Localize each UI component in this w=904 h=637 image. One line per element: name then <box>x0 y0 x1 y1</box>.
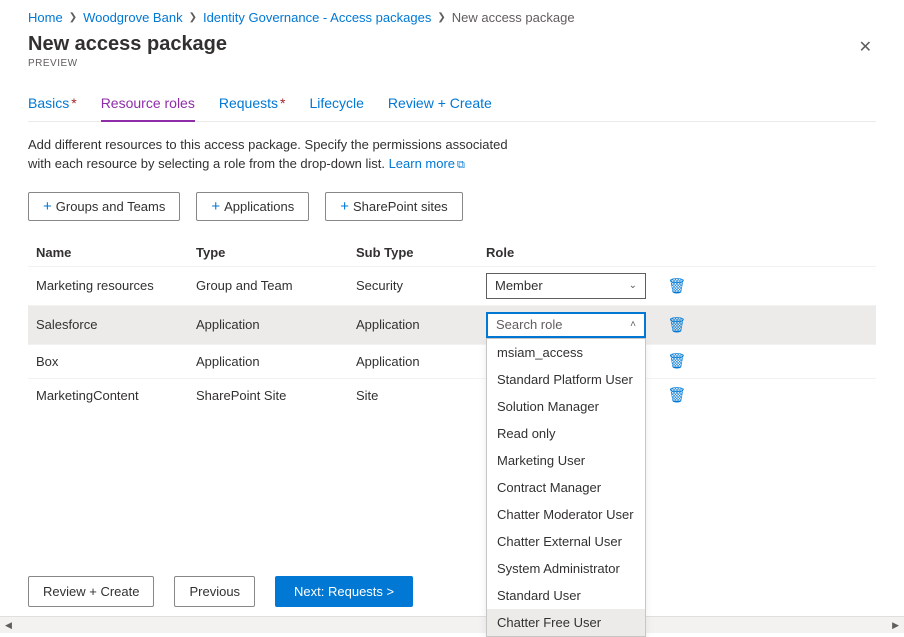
description-text: Add different resources to this access p… <box>0 122 540 174</box>
plus-icon: + <box>340 199 349 214</box>
wizard-footer: Review + Create Previous Next: Requests … <box>28 576 413 607</box>
cell-name: MarketingContent <box>36 388 196 403</box>
external-link-icon: ⧉ <box>457 159 465 171</box>
page-title: New access package <box>28 33 227 56</box>
cell-subtype: Site <box>356 388 486 403</box>
role-dropdown[interactable]: Search role ˄ <box>486 312 646 338</box>
plus-icon: + <box>211 199 220 214</box>
col-type: Type <box>196 245 356 260</box>
role-value: Member <box>495 278 543 293</box>
delete-icon[interactable]: 🗑 <box>666 277 688 295</box>
tab-lifecycle[interactable]: Lifecycle <box>309 95 363 121</box>
table-row: Marketing resources Group and Team Secur… <box>28 266 876 305</box>
role-placeholder: Search role <box>496 317 562 332</box>
button-label: Groups and Teams <box>56 199 166 214</box>
breadcrumb-link[interactable]: Identity Governance - Access packages <box>203 10 431 25</box>
cell-subtype: Application <box>356 317 486 332</box>
chevron-up-icon: ˄ <box>630 319 636 330</box>
tab-resource-roles[interactable]: Resource roles <box>101 95 195 121</box>
resources-table: Name Type Sub Type Role Marketing resour… <box>28 239 876 412</box>
required-indicator: * <box>71 95 76 111</box>
breadcrumb: Home ❯ Woodgrove Bank ❯ Identity Governa… <box>0 0 904 31</box>
cell-type: Application <box>196 317 356 332</box>
role-dropdown-panel[interactable]: msiam_accessStandard Platform UserSoluti… <box>486 338 646 637</box>
horizontal-scrollbar[interactable]: ◀ ▶ <box>0 616 904 633</box>
add-applications-button[interactable]: + Applications <box>196 192 309 221</box>
breadcrumb-current: New access package <box>452 10 575 25</box>
cell-type: Group and Team <box>196 278 356 293</box>
cell-subtype: Security <box>356 278 486 293</box>
delete-icon[interactable]: 🗑 <box>666 316 688 334</box>
next-button[interactable]: Next: Requests > <box>275 576 413 607</box>
role-option[interactable]: Standard Platform User <box>487 366 645 393</box>
cell-type: Application <box>196 354 356 369</box>
add-sharepoint-button[interactable]: + SharePoint sites <box>325 192 462 221</box>
scroll-right-icon[interactable]: ▶ <box>889 620 902 631</box>
chevron-down-icon: ⌄ <box>629 280 637 291</box>
tab-label: Requests <box>219 95 278 111</box>
link-text: Learn more <box>389 156 455 171</box>
role-option[interactable]: Chatter Free User <box>487 609 645 636</box>
chevron-right-icon: ❯ <box>69 12 77 23</box>
tab-requests[interactable]: Requests* <box>219 95 286 121</box>
review-create-button[interactable]: Review + Create <box>28 576 154 607</box>
role-option[interactable]: Standard User <box>487 582 645 609</box>
role-option[interactable]: Marketing User <box>487 447 645 474</box>
role-option[interactable]: Contract Manager <box>487 474 645 501</box>
breadcrumb-link[interactable]: Home <box>28 10 63 25</box>
tab-label: Resource roles <box>101 95 195 111</box>
button-label: SharePoint sites <box>353 199 448 214</box>
chevron-right-icon: ❯ <box>189 12 197 23</box>
role-dropdown[interactable]: Member ⌄ <box>486 273 646 299</box>
chevron-right-icon: ❯ <box>437 12 445 23</box>
cell-type: SharePoint Site <box>196 388 356 403</box>
learn-more-link[interactable]: Learn more⧉ <box>389 156 465 171</box>
col-subtype: Sub Type <box>356 245 486 260</box>
breadcrumb-link[interactable]: Woodgrove Bank <box>83 10 183 25</box>
role-option[interactable]: System Administrator <box>487 555 645 582</box>
role-option[interactable]: Read only <box>487 420 645 447</box>
add-groups-button[interactable]: + Groups and Teams <box>28 192 180 221</box>
delete-icon[interactable]: 🗑 <box>666 386 688 404</box>
preview-badge: PREVIEW <box>28 58 227 69</box>
plus-icon: + <box>43 199 52 214</box>
tab-label: Basics <box>28 95 69 111</box>
tab-label: Review + Create <box>388 95 492 111</box>
tabs: Basics* Resource roles Requests* Lifecyc… <box>28 95 876 122</box>
add-resource-buttons: + Groups and Teams + Applications + Shar… <box>0 174 904 221</box>
cell-name: Salesforce <box>36 317 196 332</box>
required-indicator: * <box>280 95 285 111</box>
col-role: Role <box>486 245 666 260</box>
cell-name: Box <box>36 354 196 369</box>
close-icon[interactable]: ✕ <box>855 33 876 61</box>
cell-name: Marketing resources <box>36 278 196 293</box>
table-header: Name Type Sub Type Role <box>28 239 876 266</box>
button-label: Applications <box>224 199 294 214</box>
page-header: New access package PREVIEW ✕ <box>0 31 904 69</box>
col-name: Name <box>36 245 196 260</box>
role-option[interactable]: Chatter Moderator User <box>487 501 645 528</box>
cell-subtype: Application <box>356 354 486 369</box>
role-option[interactable]: msiam_access <box>487 339 645 366</box>
tab-basics[interactable]: Basics* <box>28 95 77 121</box>
previous-button[interactable]: Previous <box>174 576 255 607</box>
table-row: MarketingContent SharePoint Site Site 🗑 <box>28 378 876 412</box>
table-row: Salesforce Application Application Searc… <box>28 305 876 344</box>
tab-label: Lifecycle <box>309 95 363 111</box>
table-row: Box Application Application 🗑 <box>28 344 876 378</box>
tab-review-create[interactable]: Review + Create <box>388 95 492 121</box>
role-option[interactable]: Solution Manager <box>487 393 645 420</box>
delete-icon[interactable]: 🗑 <box>666 352 688 370</box>
role-option[interactable]: Chatter External User <box>487 528 645 555</box>
scroll-left-icon[interactable]: ◀ <box>2 620 15 631</box>
